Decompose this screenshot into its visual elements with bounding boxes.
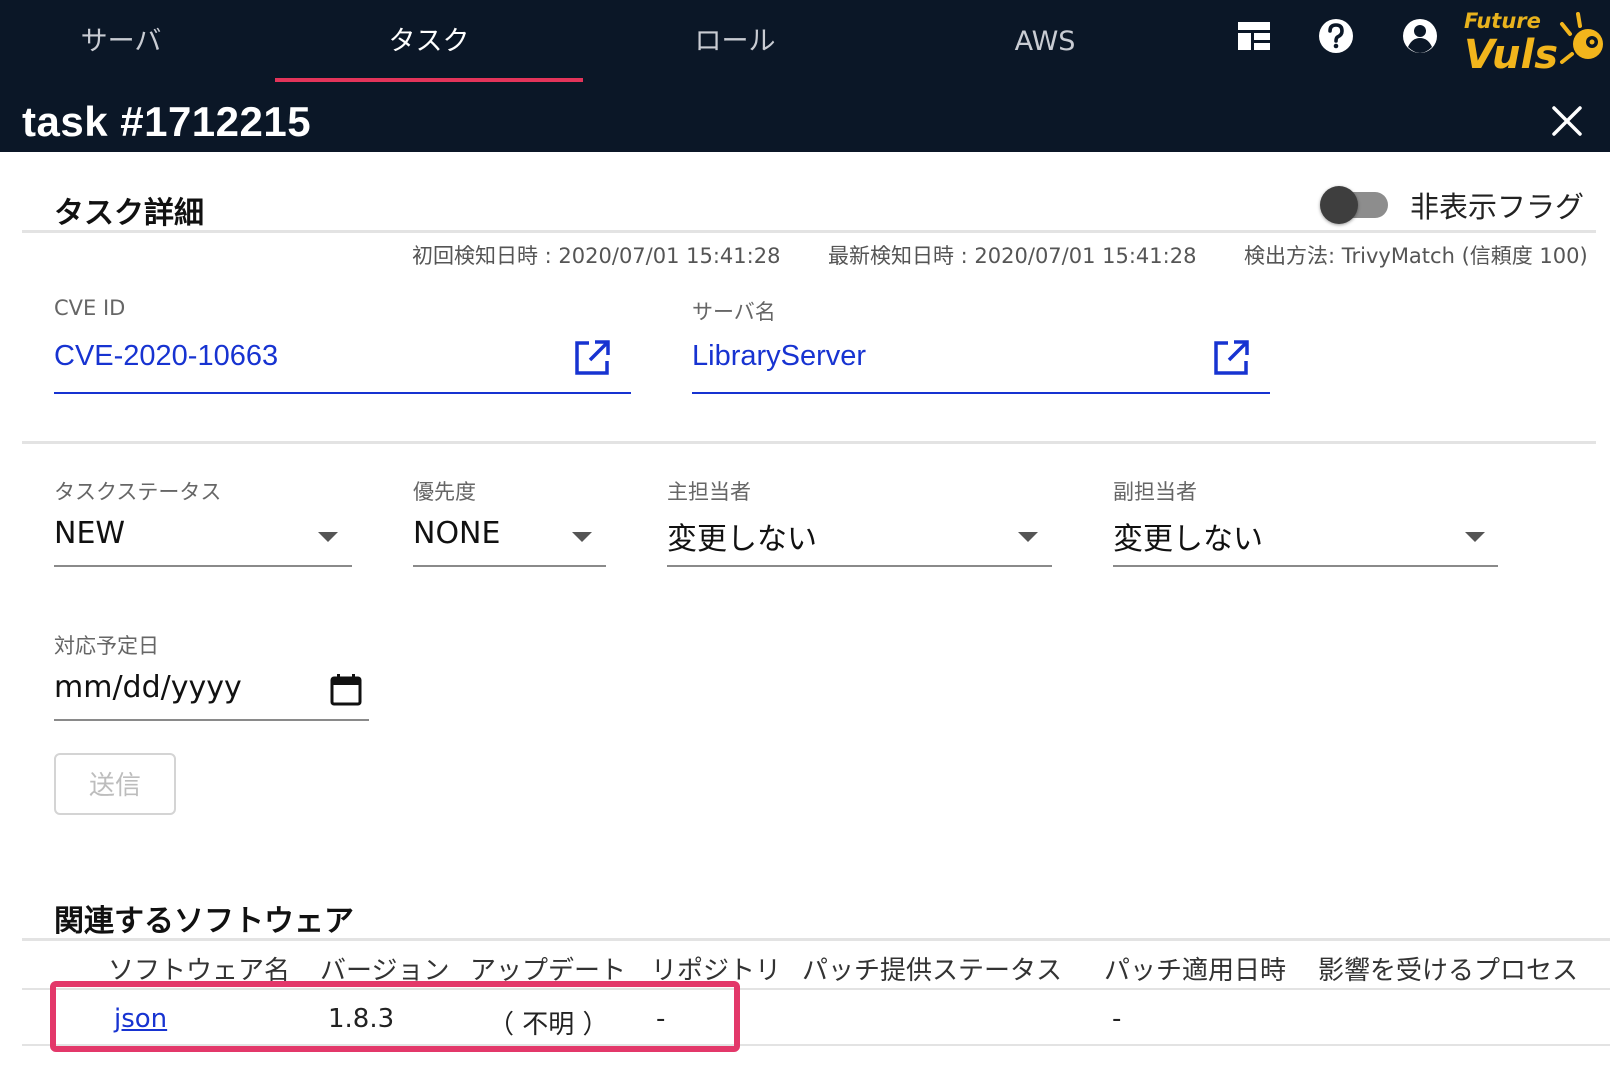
divider (22, 938, 1610, 941)
cve-id-underline (54, 392, 631, 394)
server-name-underline (692, 392, 1270, 394)
due-date-label: 対応予定日 (54, 634, 159, 658)
due-date-value: mm/dd/yyyy (54, 670, 242, 705)
modal-title: task #1712215 (22, 98, 312, 145)
cve-id-label: CVE ID (54, 296, 126, 320)
column-header-affected-process[interactable]: 影響を受けるプロセス (1318, 950, 1578, 987)
related-software-heading: 関連するソフトウェア (54, 904, 354, 939)
priority-label: 優先度 (413, 480, 476, 504)
last-detected-text: 最新検知日時 : 2020/07/01 15:41:28 (828, 244, 1197, 268)
main-assignee-value: 変更しない (667, 522, 817, 557)
sub-assignee-underline (1113, 565, 1498, 567)
tab-aws[interactable]: AWS (970, 14, 1120, 70)
column-header-patch-status[interactable]: パッチ提供ステータス (802, 950, 1062, 987)
due-date-underline (54, 719, 369, 721)
submit-button[interactable]: 送信 (54, 753, 176, 815)
top-header: サーバ タスク ロール AWS Future Vuls task #171221… (0, 0, 1610, 152)
chevron-down-icon[interactable] (572, 532, 592, 542)
tab-role[interactable]: ロール (660, 14, 810, 70)
chevron-down-icon[interactable] (318, 532, 338, 542)
column-header-patch-date[interactable]: パッチ適用日時 (1104, 950, 1286, 987)
task-detail-heading: タスク詳細 (54, 196, 204, 231)
dashboard-icon[interactable] (1234, 16, 1274, 56)
help-icon[interactable] (1316, 16, 1356, 56)
svg-text:Vuls: Vuls (1464, 32, 1558, 74)
status-value: NEW (54, 516, 126, 551)
hidden-flag-label: 非表示フラグ (1410, 190, 1585, 224)
svg-text:Future: Future (1464, 9, 1541, 33)
tab-server[interactable]: サーバ (50, 14, 192, 70)
divider (22, 230, 1596, 233)
sub-assignee-label: 副担当者 (1113, 480, 1197, 504)
tab-task[interactable]: タスク (350, 14, 508, 70)
divider (22, 441, 1596, 444)
future-vuls-logo[interactable]: Future Vuls (1462, 4, 1610, 74)
calendar-icon[interactable] (328, 672, 364, 708)
main-assignee-label: 主担当者 (667, 480, 751, 504)
chevron-down-icon[interactable] (1465, 532, 1485, 542)
row-highlight-annotation (50, 981, 740, 1052)
active-tab-indicator (275, 78, 583, 82)
first-detected-text: 初回検知日時 : 2020/07/01 15:41:28 (412, 244, 781, 268)
hidden-flag-toggle-knob[interactable] (1320, 186, 1358, 224)
account-icon[interactable] (1400, 16, 1440, 56)
main-assignee-underline (667, 565, 1052, 567)
priority-underline (413, 565, 606, 567)
status-underline (54, 565, 352, 567)
server-name-label: サーバ名 (692, 300, 776, 324)
open-in-new-icon[interactable] (572, 338, 612, 378)
detection-method-text: 検出方法: TrivyMatch (信頼度 100) (1244, 244, 1588, 268)
chevron-down-icon[interactable] (1018, 532, 1038, 542)
software-patch-date: - (1112, 1004, 1122, 1034)
status-label: タスクステータス (54, 480, 222, 504)
sub-assignee-value: 変更しない (1113, 522, 1263, 557)
close-icon[interactable] (1546, 100, 1588, 142)
priority-value: NONE (413, 516, 501, 551)
server-name-link[interactable]: LibraryServer (692, 340, 866, 373)
cve-id-link[interactable]: CVE-2020-10663 (54, 340, 278, 373)
open-in-new-icon[interactable] (1211, 338, 1251, 378)
